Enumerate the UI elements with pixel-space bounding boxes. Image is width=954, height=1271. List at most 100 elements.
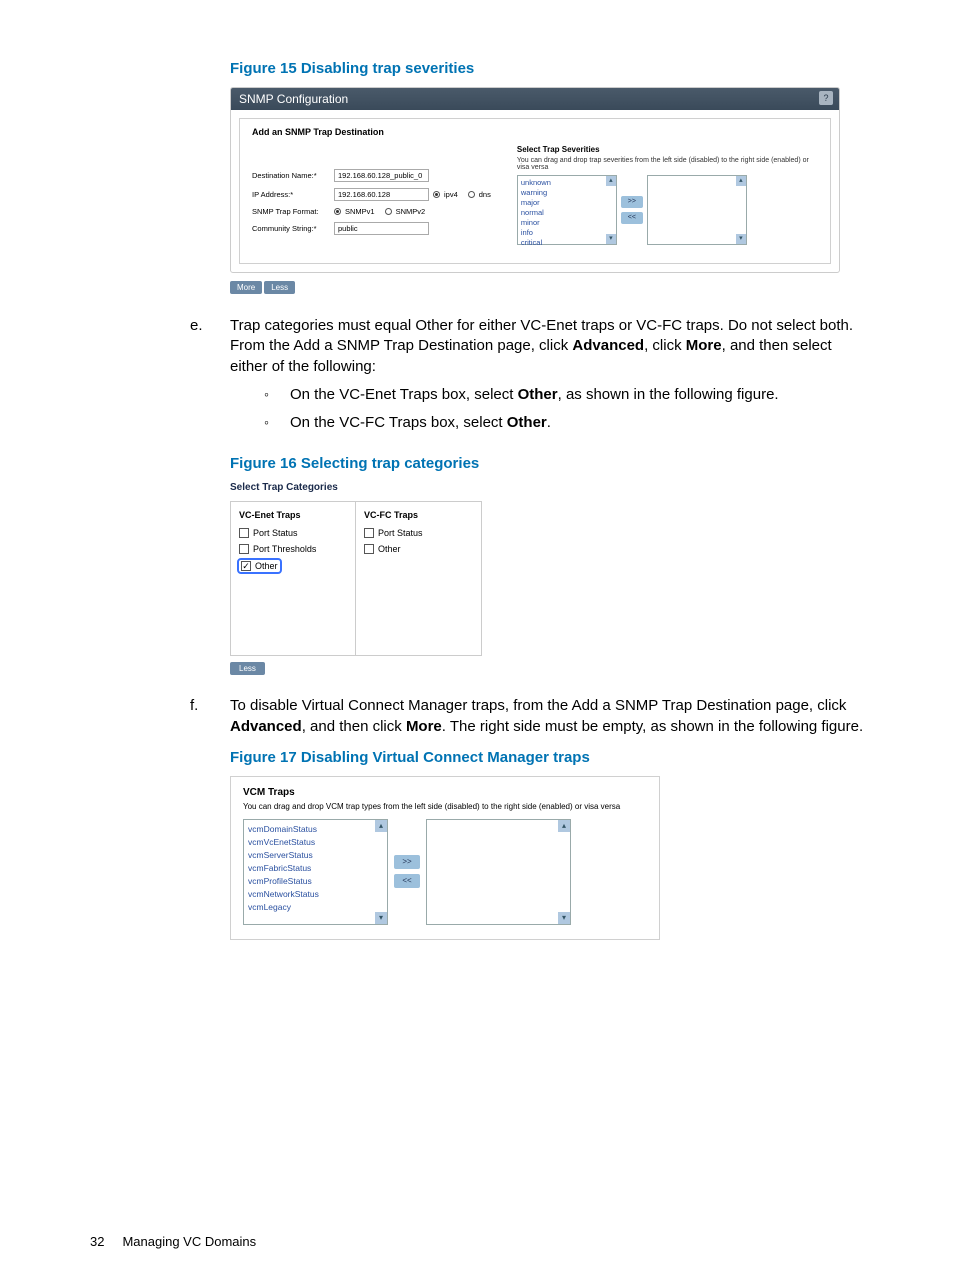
checkbox[interactable] <box>239 528 249 538</box>
dns-radio[interactable] <box>468 191 475 198</box>
figure16-col-fc: VC-FC Traps Port Status Other <box>356 501 482 656</box>
figure16-col-enet: VC-Enet Traps Port Status Port Threshold… <box>230 501 356 656</box>
bullet-text: , as shown in the following figure. <box>558 386 779 403</box>
scroll-down-icon[interactable]: ▾ <box>375 912 387 924</box>
sev-item[interactable]: warning <box>521 188 613 198</box>
chk-label: Port Thresholds <box>253 544 316 554</box>
checkbox[interactable] <box>364 528 374 538</box>
ipv4-radio[interactable] <box>433 191 440 198</box>
figure15-panel-title: Add an SNMP Trap Destination <box>252 127 818 137</box>
severities-left-list[interactable]: ▴ unknown warning major normal minor inf… <box>517 175 617 245</box>
snmpv1-radio[interactable] <box>334 208 341 215</box>
dest-name-label: Destination Name:* <box>252 171 330 180</box>
step-e-bullet: On the VC-FC Traps box, select Other. <box>264 413 864 433</box>
snmpv2-radio[interactable] <box>385 208 392 215</box>
chk-label: Port Status <box>253 528 298 538</box>
figure16-title: Select Trap Categories <box>230 482 864 493</box>
vcm-right-list[interactable]: ▴ ▾ <box>426 819 571 925</box>
scroll-up-icon[interactable]: ▴ <box>375 820 387 832</box>
bullet-bold: Other <box>518 386 558 403</box>
bullet-text: On the VC-FC Traps box, select <box>290 414 507 431</box>
figure16-box: VC-Enet Traps Port Status Port Threshold… <box>230 501 482 656</box>
chk-label: Other <box>255 561 278 571</box>
snmpv1-label: SNMPv1 <box>345 207 375 216</box>
figure15-window: SNMP Configuration ? Add an SNMP Trap De… <box>230 87 840 273</box>
scroll-down-icon[interactable]: ▾ <box>606 234 616 244</box>
step-e-bullet: On the VC-Enet Traps box, select Other, … <box>264 385 864 405</box>
scroll-up-icon[interactable]: ▴ <box>736 176 746 186</box>
checkbox[interactable] <box>364 544 374 554</box>
bullet-text: On the VC-Enet Traps box, select <box>290 386 518 403</box>
page-footer: 32 Managing VC Domains <box>90 1234 256 1249</box>
col2-head: VC-FC Traps <box>364 510 473 520</box>
scroll-up-icon[interactable]: ▴ <box>606 176 616 186</box>
snmpv2-label: SNMPv2 <box>396 207 426 216</box>
move-left-button[interactable]: << <box>394 874 420 888</box>
figure15-caption: Figure 15 Disabling trap severities <box>230 60 864 77</box>
step-e-marker: e. <box>190 316 230 447</box>
checkbox[interactable] <box>239 544 249 554</box>
format-label: SNMP Trap Format: <box>252 207 330 216</box>
help-icon[interactable]: ? <box>819 91 833 105</box>
sev-item[interactable]: info <box>521 228 613 238</box>
step-f-marker: f. <box>190 696 230 737</box>
vcm-item[interactable]: vcmDomainStatus <box>248 823 383 836</box>
col1-head: VC-Enet Traps <box>239 510 347 520</box>
checkbox[interactable] <box>241 561 251 571</box>
move-right-button[interactable]: >> <box>394 855 420 869</box>
figure17-note: You can drag and drop VCM trap types fro… <box>243 802 647 811</box>
ipv4-label: ipv4 <box>444 190 458 199</box>
sev-item[interactable]: normal <box>521 208 613 218</box>
figure15-form: Destination Name:* IP Address:* ipv4 dns <box>252 145 497 245</box>
community-input[interactable] <box>334 222 429 235</box>
vcm-left-list[interactable]: ▴ vcmDomainStatus vcmVcEnetStatus vcmSer… <box>243 819 388 925</box>
step-e-text: , click <box>644 337 686 354</box>
severities-note: You can drag and drop trap severities fr… <box>517 157 818 171</box>
chk-label: Port Status <box>378 528 423 538</box>
vcm-item[interactable]: vcmFabricStatus <box>248 862 383 875</box>
less-button[interactable]: Less <box>230 662 265 675</box>
step-f-text: . The right side must be empty, as shown… <box>442 718 863 735</box>
community-label: Community String:* <box>252 224 330 233</box>
scroll-down-icon[interactable]: ▾ <box>558 912 570 924</box>
chk-label: Other <box>378 544 401 554</box>
step-f-bold: Advanced <box>230 718 302 735</box>
step-f-text: To disable Virtual Connect Manager traps… <box>230 697 846 714</box>
dest-name-input[interactable] <box>334 169 429 182</box>
step-e-content: Trap categories must equal Other for eit… <box>230 316 864 447</box>
step-e-bold: More <box>686 337 722 354</box>
more-button[interactable]: More <box>230 281 262 294</box>
sev-item[interactable]: major <box>521 198 613 208</box>
sev-item[interactable]: minor <box>521 218 613 228</box>
ip-label: IP Address:* <box>252 190 330 199</box>
dns-label: dns <box>479 190 491 199</box>
vcm-item[interactable]: vcmLegacy <box>248 901 383 914</box>
figure15-window-title-text: SNMP Configuration <box>239 92 348 106</box>
vcm-item[interactable]: vcmServerStatus <box>248 849 383 862</box>
figure16-caption: Figure 16 Selecting trap categories <box>230 455 864 472</box>
figure17-title: VCM Traps <box>243 787 647 798</box>
section-name: Managing VC Domains <box>122 1234 256 1249</box>
scroll-up-icon[interactable]: ▴ <box>558 820 570 832</box>
step-f-content: To disable Virtual Connect Manager traps… <box>230 696 864 737</box>
figure15-window-title: SNMP Configuration ? <box>231 88 839 110</box>
vcm-item[interactable]: vcmVcEnetStatus <box>248 836 383 849</box>
bullet-bold: Other <box>507 414 547 431</box>
bullet-text: . <box>547 414 551 431</box>
vcm-item[interactable]: vcmNetworkStatus <box>248 888 383 901</box>
step-f-bold: More <box>406 718 442 735</box>
step-f-text: , and then click <box>302 718 406 735</box>
figure17-caption: Figure 17 Disabling Virtual Connect Mana… <box>230 749 864 766</box>
page-number: 32 <box>90 1234 104 1249</box>
scroll-down-icon[interactable]: ▾ <box>736 234 746 244</box>
severities-right-list[interactable]: ▴ ▾ <box>647 175 747 245</box>
sev-item[interactable]: unknown <box>521 178 613 188</box>
ip-input[interactable] <box>334 188 429 201</box>
step-e-bold: Advanced <box>572 337 644 354</box>
sev-item[interactable]: critical <box>521 238 613 248</box>
move-left-button[interactable]: << <box>621 212 643 224</box>
less-button[interactable]: Less <box>264 281 295 294</box>
figure17-panel: VCM Traps You can drag and drop VCM trap… <box>230 776 660 940</box>
vcm-item[interactable]: vcmProfileStatus <box>248 875 383 888</box>
move-right-button[interactable]: >> <box>621 196 643 208</box>
